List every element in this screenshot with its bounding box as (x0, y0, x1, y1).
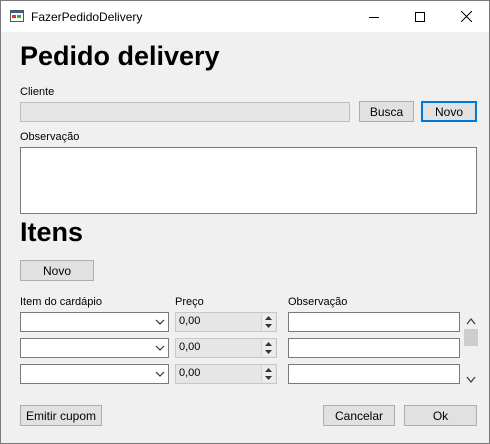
spin-up-button[interactable] (261, 340, 275, 348)
novo-cliente-button[interactable]: Novo (421, 101, 477, 122)
col-header-preco: Preço (175, 296, 204, 308)
arrow-down-icon (265, 324, 272, 328)
preco-value: 0,00 (179, 341, 201, 353)
col-header-observacao: Observação (288, 296, 348, 308)
item-select[interactable] (20, 364, 169, 384)
observacao-textarea[interactable] (20, 147, 477, 214)
chevron-down-icon (155, 371, 165, 377)
itens-title: Itens (20, 217, 84, 247)
novo-item-button[interactable]: Novo (20, 260, 94, 281)
cliente-label: Cliente (20, 86, 55, 98)
app-icon (10, 10, 24, 22)
arrow-up-icon (265, 368, 272, 372)
maximize-button[interactable] (397, 1, 443, 32)
item-select[interactable] (20, 338, 169, 358)
scroll-thumb[interactable] (464, 329, 478, 346)
close-button[interactable] (443, 1, 489, 32)
item-observacao-field[interactable] (288, 338, 460, 358)
chevron-up-icon (466, 317, 476, 325)
busca-button[interactable]: Busca (359, 101, 414, 122)
spin-down-button[interactable] (261, 322, 275, 330)
spin-down-button[interactable] (261, 348, 275, 356)
chevron-down-icon (155, 345, 165, 351)
preco-value: 0,00 (179, 367, 201, 379)
minimize-icon (369, 16, 379, 18)
maximize-icon (415, 11, 425, 22)
spin-up-button[interactable] (261, 314, 275, 322)
items-scrollbar[interactable] (463, 311, 479, 387)
item-observacao-field[interactable] (288, 364, 460, 384)
window-title: FazerPedidoDelivery (31, 10, 143, 24)
minimize-button[interactable] (351, 1, 397, 32)
item-observacao-field[interactable] (288, 312, 460, 332)
spin-down-button[interactable] (261, 374, 275, 382)
chevron-down-icon (155, 319, 165, 325)
close-icon (460, 11, 472, 22)
scroll-up-button[interactable] (466, 316, 476, 328)
preco-value: 0,00 (179, 315, 201, 327)
app-window: FazerPedidoDelivery Pedido delivery Clie… (0, 0, 490, 444)
item-select[interactable] (20, 312, 169, 332)
col-header-item: Item do cardápio (20, 296, 102, 308)
arrow-up-icon (265, 316, 272, 320)
spin-up-button[interactable] (261, 366, 275, 374)
chevron-down-icon (466, 376, 476, 384)
arrow-down-icon (265, 350, 272, 354)
preco-stepper[interactable]: 0,00 (175, 312, 277, 332)
scroll-down-button[interactable] (466, 374, 476, 386)
cliente-field[interactable] (20, 102, 350, 122)
arrow-up-icon (265, 342, 272, 346)
ok-button[interactable]: Ok (404, 405, 477, 426)
cancelar-button[interactable]: Cancelar (323, 405, 395, 426)
page-title: Pedido delivery (20, 41, 220, 71)
arrow-down-icon (265, 376, 272, 380)
observacao-label: Observação (20, 131, 80, 143)
title-bar: FazerPedidoDelivery (1, 1, 489, 32)
preco-stepper[interactable]: 0,00 (175, 364, 277, 384)
preco-stepper[interactable]: 0,00 (175, 338, 277, 358)
emitir-cupom-button[interactable]: Emitir cupom (20, 405, 102, 426)
